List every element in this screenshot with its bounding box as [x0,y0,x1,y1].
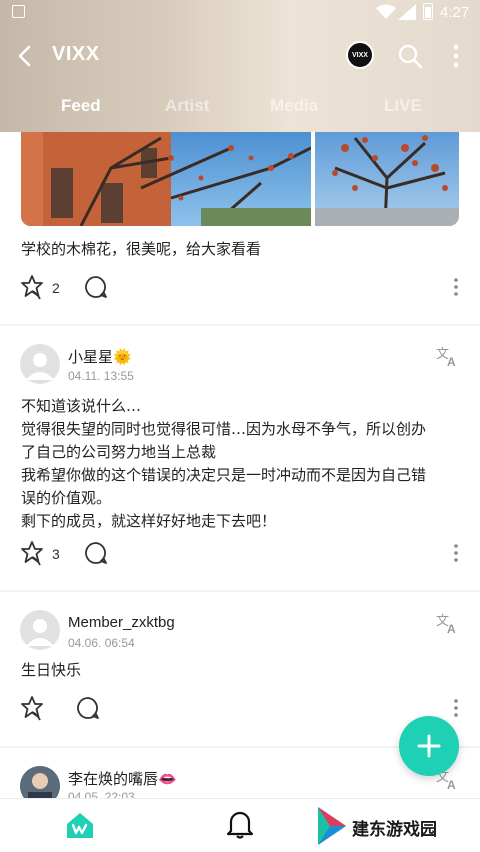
home-icon[interactable] [66,812,94,838]
toolbar: VIXX VIXX [0,30,480,82]
status-bar: 4:27 [0,0,480,26]
page-title: VIXX [52,43,100,65]
post-text-line: 不知道该说什么… [21,397,142,415]
post-text: 生日快乐 [21,661,82,679]
tab-media[interactable]: Media [270,96,318,116]
post-text-line: 觉得很失望的同时也觉得很可惜…因为水母不争气，所以创办 [21,420,427,438]
like-icon[interactable] [18,539,46,567]
author-name-text: 小星星 [68,349,114,366]
avatar[interactable] [20,610,60,650]
tab-artist[interactable]: Artist [165,96,209,116]
app-header: 4:27 VIXX VIXX Feed Artist Media LIVE [0,0,480,132]
post-date: 04.06. 06:54 [68,636,135,650]
status-time: 4:27 [440,4,470,21]
brand-logo[interactable]: VIXX [346,41,374,69]
svg-text:A: A [447,622,456,634]
like-icon[interactable] [18,273,46,301]
feed-list[interactable]: 学校的木棉花，很美呢，给大家看看 2 小星星🌞 04.11. 13:55 文 A… [0,132,480,798]
post-text: 不知道该说什么… 觉得很失望的同时也觉得很可惜…因为水母不争气，所以创办 了自己… [21,395,426,533]
post-photo[interactable] [21,132,311,226]
tab-feed[interactable]: Feed [61,96,101,116]
watermark-logo-icon [318,807,346,845]
like-count: 2 [52,280,60,296]
watermark-text: 建东游戏园 [352,820,437,840]
author-emoji: 🌞 [113,349,132,366]
post-text-line: 了自己的公司努力地当上总裁 [21,443,217,461]
author-name[interactable]: 李在焕的嘴唇👄 [68,768,177,789]
avatar[interactable] [20,344,60,384]
post-photo[interactable] [315,132,459,226]
brand-logo-text: VIXX [352,51,368,59]
post-actions: 3 [18,539,462,569]
translate-icon[interactable]: 文 A [436,345,460,367]
notification-app-icon [12,5,25,18]
author-name[interactable]: 小星星🌞 [68,346,132,367]
post-photos[interactable] [21,132,459,226]
more-vertical-icon[interactable] [450,697,462,719]
comment-icon[interactable] [84,541,108,565]
author-name[interactable]: Member_zxktbg [68,614,175,631]
more-vertical-icon[interactable] [450,542,462,564]
tab-live[interactable]: LIVE [384,96,422,116]
svg-text:A: A [447,355,456,367]
author-name-text: 李在焕的嘴唇 [68,771,159,788]
watermark: 建东游戏园 [316,805,466,847]
translate-icon[interactable]: 文 A [436,612,460,634]
like-icon[interactable] [18,694,46,722]
post-text-line: 剩下的成员，就这样好好地走下去吧！ [21,512,277,530]
comment-icon[interactable] [84,275,108,299]
post-date: 04.05. 22:03 [68,790,135,798]
wifi-icon [376,4,396,19]
back-icon[interactable] [12,42,40,70]
divider [0,590,480,592]
bell-icon[interactable] [227,809,253,839]
search-icon[interactable] [396,42,424,70]
more-vertical-icon[interactable] [446,42,466,70]
divider [0,324,480,326]
post-actions [18,694,462,724]
like-count: 3 [52,546,60,562]
bottom-nav: 建东游戏园 [0,798,480,852]
compose-post-button[interactable] [399,716,459,776]
author-emoji: 👄 [158,771,177,788]
battery-icon [423,3,433,20]
post-text-line: 我希望你做的这个错误的决定只是一时冲动而不是因为自己错 [21,466,427,484]
tab-bar: Feed Artist Media LIVE [0,88,480,128]
post-actions: 2 [18,273,462,303]
avatar[interactable] [20,766,60,798]
comment-icon[interactable] [76,696,100,720]
post-text: 学校的木棉花，很美呢，给大家看看 [21,240,262,258]
post-date: 04.11. 13:55 [68,369,134,383]
signal-icon [398,4,416,20]
plus-icon [417,734,441,758]
svg-text:A: A [447,778,456,790]
post-text-line: 误的价值观。 [21,489,112,507]
more-vertical-icon[interactable] [450,276,462,298]
